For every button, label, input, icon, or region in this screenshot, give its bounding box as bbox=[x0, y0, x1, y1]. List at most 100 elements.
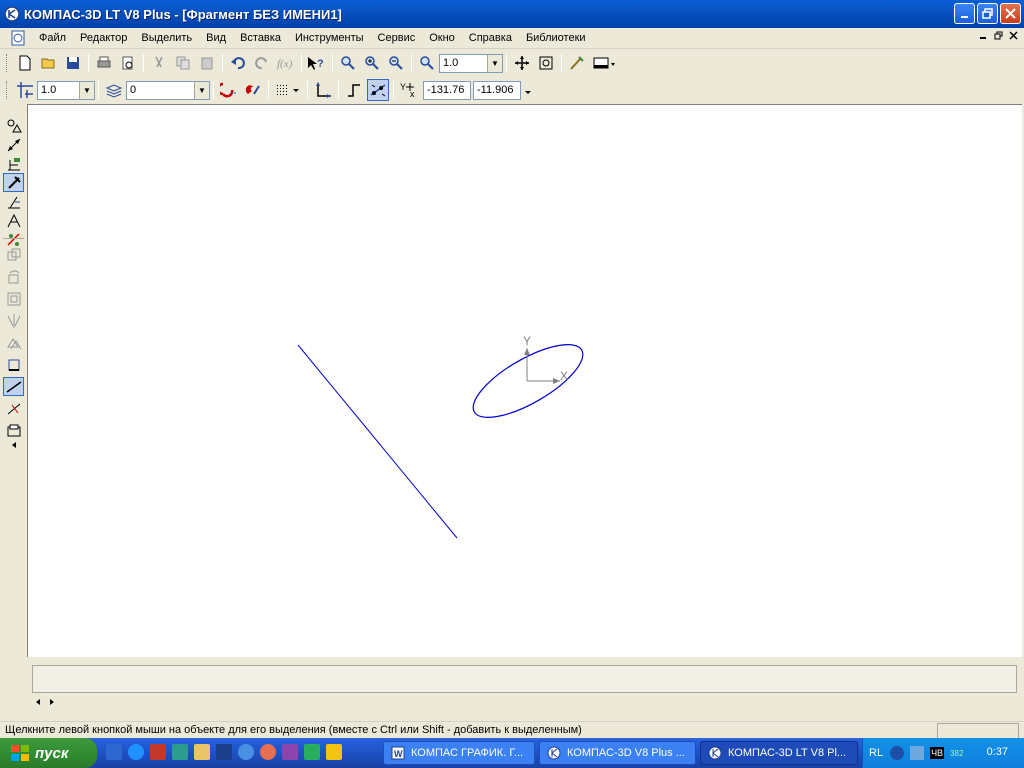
paste-icon[interactable] bbox=[196, 52, 218, 74]
app-camera-icon[interactable] bbox=[326, 744, 342, 760]
fillet-icon[interactable] bbox=[3, 421, 24, 440]
app-red-icon[interactable] bbox=[150, 744, 166, 760]
menu-tools[interactable]: Инструменты bbox=[288, 32, 371, 44]
split-curve-icon[interactable] bbox=[3, 399, 24, 418]
panel-nav-arrows[interactable] bbox=[35, 698, 55, 708]
document-icon[interactable] bbox=[10, 30, 26, 46]
menu-file[interactable]: Файл bbox=[32, 32, 73, 44]
chevron-down-icon[interactable]: ▼ bbox=[487, 54, 502, 72]
editing-panel-icon[interactable] bbox=[3, 173, 24, 192]
svg-text:x: x bbox=[410, 89, 415, 99]
designations-panel-icon[interactable] bbox=[3, 154, 24, 173]
copy-objects-icon[interactable] bbox=[3, 333, 24, 352]
new-file-icon[interactable] bbox=[14, 52, 36, 74]
show-all-icon[interactable] bbox=[535, 52, 557, 74]
move-icon[interactable] bbox=[3, 245, 24, 264]
chevron-down-icon[interactable] bbox=[522, 79, 534, 101]
drawn-line[interactable] bbox=[297, 344, 458, 539]
menu-select[interactable]: Выделить bbox=[134, 32, 199, 44]
quick-launch bbox=[106, 744, 342, 760]
language-indicator[interactable]: RL bbox=[869, 747, 883, 759]
snap-global-icon[interactable] bbox=[242, 79, 264, 101]
doc-minimize-icon[interactable] bbox=[979, 31, 988, 43]
axis-y-label: Y bbox=[523, 334, 531, 348]
media-icon[interactable] bbox=[260, 744, 276, 760]
menu-view[interactable]: Вид bbox=[199, 32, 233, 44]
restore-button[interactable] bbox=[977, 3, 998, 24]
desktop-icon[interactable] bbox=[106, 744, 122, 760]
deform-icon[interactable] bbox=[3, 355, 24, 374]
print-icon[interactable] bbox=[93, 52, 115, 74]
kompas-app-icon[interactable] bbox=[4, 6, 20, 22]
app-yellow-icon[interactable] bbox=[194, 744, 210, 760]
redo-icon[interactable] bbox=[251, 52, 273, 74]
undo-icon[interactable] bbox=[227, 52, 249, 74]
snap-local-icon[interactable] bbox=[218, 79, 240, 101]
cut-icon[interactable] bbox=[148, 52, 170, 74]
trim-curve-icon[interactable] bbox=[3, 377, 24, 396]
step-cursor-icon[interactable] bbox=[14, 79, 36, 101]
zoom-icon[interactable] bbox=[337, 52, 359, 74]
pan-icon[interactable] bbox=[511, 52, 533, 74]
help-pointer-icon[interactable]: ? bbox=[306, 52, 328, 74]
local-cs-icon[interactable] bbox=[312, 79, 334, 101]
menu-window[interactable]: Окно bbox=[422, 32, 462, 44]
layers-icon[interactable] bbox=[103, 79, 125, 101]
tray-text-2[interactable]: 382 bbox=[950, 749, 963, 758]
parametric-mode-icon[interactable] bbox=[367, 79, 389, 101]
menu-insert[interactable]: Вставка bbox=[233, 32, 288, 44]
minimize-button[interactable] bbox=[954, 3, 975, 24]
chevron-down-icon[interactable]: ▼ bbox=[194, 81, 209, 99]
parametrization-panel-icon[interactable] bbox=[3, 192, 24, 211]
tray-text-1[interactable]: ЧВ bbox=[930, 747, 945, 759]
ortho-mode-icon[interactable] bbox=[343, 79, 365, 101]
close-button[interactable] bbox=[1000, 3, 1021, 24]
chevron-down-icon[interactable]: ▼ bbox=[79, 81, 94, 99]
ie-icon[interactable] bbox=[128, 744, 144, 760]
zoom-combo[interactable]: 1.0 ▼ bbox=[439, 53, 503, 73]
save-icon[interactable] bbox=[62, 52, 84, 74]
mirror-icon[interactable] bbox=[3, 311, 24, 330]
start-button[interactable]: пуск bbox=[0, 738, 97, 768]
rotate-icon[interactable] bbox=[3, 267, 24, 286]
app-triangle-icon[interactable] bbox=[304, 744, 320, 760]
app-purple-icon[interactable] bbox=[282, 744, 298, 760]
step-combo[interactable]: 1.0 ▼ bbox=[37, 80, 95, 100]
menu-service[interactable]: Сервис bbox=[371, 32, 423, 44]
function-icon[interactable]: f(x) bbox=[275, 52, 297, 74]
task-button-2[interactable]: КОМПАС-3D V8 Plus ... bbox=[539, 741, 696, 765]
chevron-down-icon[interactable] bbox=[3, 440, 24, 450]
open-file-icon[interactable] bbox=[38, 52, 60, 74]
copy-icon[interactable] bbox=[172, 52, 194, 74]
scale-icon[interactable] bbox=[3, 289, 24, 308]
task-button-1[interactable]: W КОМПАС ГРАФИК. Г... bbox=[383, 741, 535, 765]
doc-restore-icon[interactable] bbox=[994, 31, 1003, 43]
measure-panel-icon[interactable] bbox=[3, 211, 24, 230]
dimensions-panel-icon[interactable] bbox=[3, 135, 24, 154]
app-green-icon[interactable] bbox=[172, 744, 188, 760]
task-button-3[interactable]: КОМПАС-3D LT V8 Pl... bbox=[700, 741, 858, 765]
coord-x-field[interactable]: -131.76 bbox=[423, 80, 471, 100]
drawing-canvas[interactable]: Y X bbox=[27, 104, 1022, 657]
panel-view-icon[interactable] bbox=[590, 52, 620, 74]
coordinate-system-icon: Y X bbox=[523, 334, 568, 384]
tray-arrow-icon[interactable] bbox=[890, 746, 905, 760]
geometry-panel-icon[interactable] bbox=[3, 116, 24, 135]
zoom-out-icon[interactable] bbox=[385, 52, 407, 74]
network-icon[interactable] bbox=[910, 746, 925, 760]
print-preview-icon[interactable] bbox=[117, 52, 139, 74]
menu-help[interactable]: Справка bbox=[462, 32, 519, 44]
search-icon[interactable] bbox=[238, 744, 254, 760]
coord-y-field[interactable]: -11.906 bbox=[473, 80, 521, 100]
zoom-scale-icon[interactable] bbox=[416, 52, 438, 74]
svg-text:f(x): f(x) bbox=[277, 58, 293, 70]
zoom-in-icon[interactable] bbox=[361, 52, 383, 74]
title-bar: КОМПАС-3D LT V8 Plus - [Фрагмент БЕЗ ИМЕ… bbox=[0, 0, 1024, 28]
draw-style-icon[interactable] bbox=[566, 52, 588, 74]
menu-libraries[interactable]: Библиотеки bbox=[519, 32, 593, 44]
doc-close-icon[interactable] bbox=[1009, 31, 1018, 43]
grid-icon[interactable] bbox=[273, 79, 303, 101]
word-icon[interactable] bbox=[216, 744, 232, 760]
layer-combo[interactable]: 0 ▼ bbox=[126, 80, 210, 100]
menu-edit[interactable]: Редактор bbox=[73, 32, 134, 44]
